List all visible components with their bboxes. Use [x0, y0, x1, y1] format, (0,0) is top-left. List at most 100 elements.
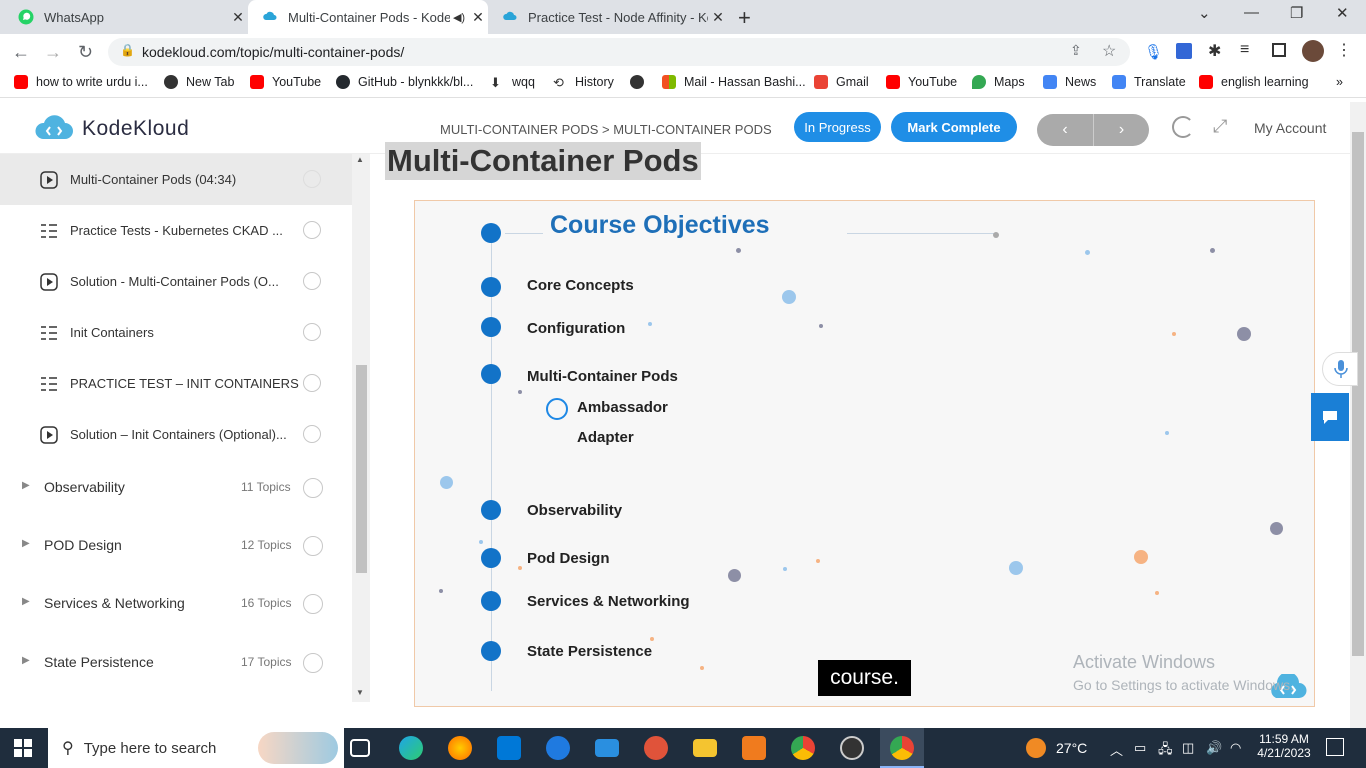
playlist-icon[interactable]: ≡ — [1240, 41, 1249, 59]
scroll-up-icon[interactable]: ▲ — [356, 155, 364, 164]
sidebar-scrollbar-thumb[interactable] — [356, 365, 367, 573]
back-icon[interactable]: ← — [12, 42, 30, 63]
bookmark-item[interactable]: GitHub - blynkkk/bl... — [336, 75, 473, 89]
chat-widget-button[interactable] — [1311, 393, 1349, 441]
phone-icon[interactable] — [546, 736, 570, 760]
reload-icon[interactable]: ↻ — [78, 42, 93, 63]
dark-mode-icon[interactable] — [1172, 116, 1194, 138]
lesson-item[interactable]: PRACTICE TEST – INIT CONTAINERS — [0, 358, 352, 409]
logo-text: KodeKloud — [82, 117, 190, 140]
close-icon[interactable]: ✕ — [708, 9, 728, 26]
weather-icon[interactable] — [1026, 738, 1046, 758]
bookmark-item[interactable]: New Tab — [164, 75, 234, 89]
video-player[interactable]: Course Objectives Core Concepts Configur… — [414, 200, 1315, 707]
bookmark-item[interactable]: Mail - Hassan Bashi... — [662, 75, 806, 89]
video-caption: course. — [818, 660, 911, 696]
lesson-item[interactable]: Solution – Init Containers (Optional)... — [0, 409, 352, 460]
wifi-icon[interactable]: ◠ — [1230, 740, 1241, 756]
bookmark-item[interactable] — [630, 75, 652, 89]
file-explorer-icon[interactable] — [693, 739, 717, 757]
show-hidden-icons[interactable]: ︿ — [1110, 740, 1123, 759]
download-extension-icon[interactable] — [1176, 43, 1192, 59]
task-view-icon[interactable] — [350, 739, 370, 757]
avatar[interactable] — [1302, 40, 1324, 62]
chrome-icon[interactable] — [791, 736, 815, 760]
my-account-link[interactable]: My Account — [1254, 120, 1326, 136]
volume-icon[interactable]: 🔊 — [1206, 740, 1222, 756]
bookmark-item[interactable]: how to write urdu i... — [14, 75, 148, 89]
restore-icon[interactable]: ❐ — [1290, 4, 1303, 22]
module-pod-design[interactable]: ▶ POD Design 12 Topics — [0, 519, 352, 577]
store-icon[interactable] — [497, 736, 521, 760]
bookmark-item[interactable]: Gmail — [814, 75, 869, 89]
fullscreen-icon[interactable]: ⤢ — [1213, 116, 1227, 137]
tray-app-icon[interactable]: ◫ — [1182, 740, 1194, 756]
mail-icon[interactable] — [595, 739, 619, 757]
topic-count: 17 Topics — [241, 655, 292, 669]
bookmark-item[interactable]: Translate — [1112, 75, 1186, 89]
mark-complete-button[interactable]: Mark Complete — [891, 112, 1017, 142]
network-icon[interactable]: 🖧 — [1158, 740, 1173, 762]
search-placeholder: Type here to search — [83, 739, 217, 757]
star-icon[interactable]: ☆ — [1102, 41, 1116, 61]
windows-start-icon[interactable] — [14, 739, 32, 757]
taskbar-search[interactable]: ⚲ Type here to search — [48, 728, 344, 768]
battery-icon[interactable]: ▭ — [1134, 740, 1146, 756]
bookmark-item[interactable]: ⟲ History — [553, 75, 614, 90]
lesson-item[interactable]: Practice Tests - Kubernetes CKAD ... — [0, 205, 352, 256]
bookmark-item[interactable]: english learning — [1199, 75, 1309, 89]
bookmark-item[interactable]: News — [1043, 75, 1096, 89]
module-services-networking[interactable]: ▶ Services & Networking 16 Topics — [0, 577, 352, 635]
notifications-icon[interactable] — [1326, 738, 1344, 756]
lesson-item[interactable]: Solution - Multi-Container Pods (O... — [0, 256, 352, 307]
omnibox[interactable]: 🔒 kodekloud.com/topic/multi-container-po… — [108, 38, 1130, 66]
minimize-icon[interactable]: — — [1244, 4, 1259, 21]
window-close-icon[interactable]: ✕ — [1336, 4, 1349, 22]
close-icon[interactable]: ✕ — [468, 9, 488, 26]
tab-search-icon[interactable]: ⌄ — [1198, 4, 1211, 22]
tab-practice-test[interactable]: Practice Test - Node Affinity - Ko ✕ — [488, 0, 728, 34]
audio-icon[interactable]: ◀) — [450, 11, 468, 24]
chrome-active-taskbar-item[interactable] — [880, 728, 924, 768]
menu-icon[interactable]: ⋮ — [1336, 40, 1352, 60]
close-icon[interactable]: ✕ — [228, 9, 248, 26]
module-label: Services & Networking — [44, 595, 185, 611]
bookmark-item[interactable]: YouTube — [250, 75, 321, 89]
camera-icon[interactable] — [840, 736, 864, 760]
more-bookmarks-icon[interactable]: » — [1336, 75, 1343, 89]
app-icon[interactable] — [644, 736, 668, 760]
voice-input-button[interactable] — [1322, 352, 1358, 386]
lesson-item[interactable]: Multi-Container Pods (04:34) — [0, 154, 352, 205]
forward-icon[interactable]: → — [44, 42, 62, 63]
vlc-icon[interactable] — [742, 736, 766, 760]
bookmark-item[interactable]: Maps — [972, 75, 1025, 89]
clock-date: 4/21/2023 — [1257, 746, 1311, 760]
logo[interactable]: KodeKloud — [34, 114, 189, 144]
side-panel-icon[interactable] — [1272, 43, 1286, 57]
bookmark-item[interactable]: YouTube — [886, 75, 957, 89]
objective-item: Services & Networking — [527, 593, 690, 610]
weather-temp[interactable]: 27°C — [1056, 740, 1087, 756]
tab-whatsapp[interactable]: WhatsApp ✕ — [4, 0, 248, 34]
new-tab-icon[interactable]: + — [738, 5, 751, 31]
share-icon[interactable]: ⇪ — [1070, 42, 1082, 59]
bookmark-item[interactable]: ⬇ wqq — [490, 75, 535, 90]
course-sidebar: Multi-Container Pods (04:34) Practice Te… — [0, 154, 352, 702]
firefox-icon[interactable] — [448, 736, 472, 760]
module-observability[interactable]: ▶ Observability 11 Topics — [0, 461, 352, 519]
prev-button[interactable]: ‹ — [1037, 114, 1093, 146]
decor-dot — [1237, 327, 1251, 341]
address-bar: ← → ↻ 🔒 kodekloud.com/topic/multi-contai… — [0, 34, 1366, 70]
next-button[interactable]: › — [1093, 114, 1149, 146]
topic-count: 16 Topics — [241, 596, 292, 610]
tab-multi-container-pods[interactable]: Multi-Container Pods - Kode ◀) ✕ — [248, 0, 488, 34]
status-badge[interactable]: In Progress — [794, 112, 881, 142]
module-state-persistence[interactable]: ▶ State Persistence 17 Topics — [0, 636, 352, 694]
page-scrollbar-thumb[interactable] — [1352, 132, 1364, 656]
puzzle-icon[interactable]: ✱ — [1208, 41, 1221, 61]
clock[interactable]: 11:59 AM 4/21/2023 — [1256, 732, 1312, 760]
lesson-item[interactable]: Init Containers — [0, 307, 352, 358]
scroll-down-icon[interactable]: ▼ — [356, 688, 364, 697]
mic-extension-icon[interactable]: 🎙 — [1144, 43, 1163, 61]
edge-icon[interactable] — [399, 736, 423, 760]
